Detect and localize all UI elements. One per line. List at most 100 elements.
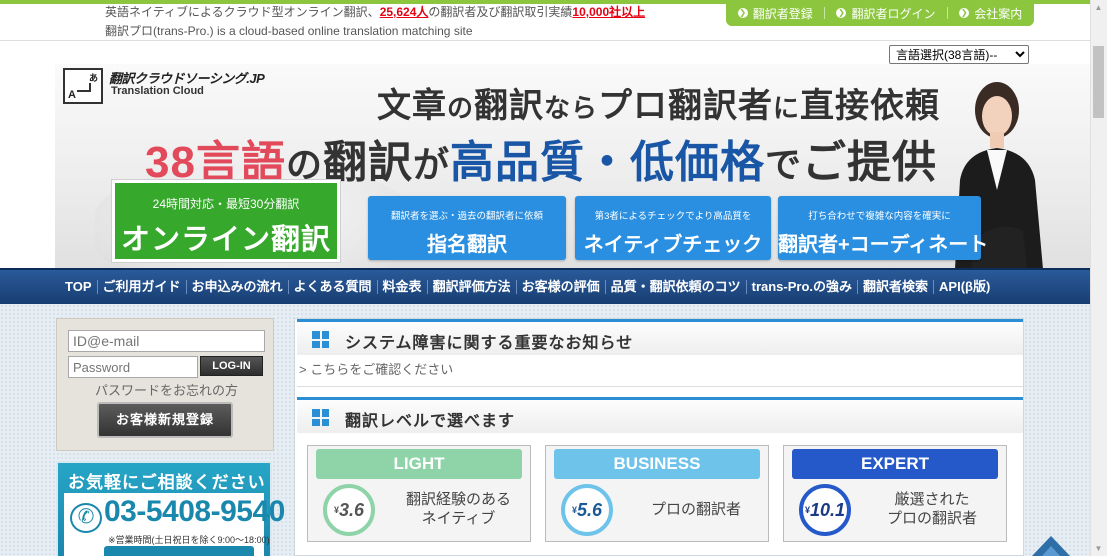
headline-word: 直接依頼 <box>800 87 941 125</box>
translator-login-link[interactable]: ❯ 翻訳者ログイン <box>836 5 936 22</box>
headline-word: の <box>447 93 475 123</box>
nav-flow[interactable]: お申込みの流れ <box>187 280 289 294</box>
login-button[interactable]: LOG-IN <box>200 356 263 376</box>
main-content: システム障害に関する重要なお知らせ > こちらをご確認ください 翻訳レベルで選べ… <box>294 318 1024 556</box>
phone-number[interactable]: 03-5408-9540 <box>104 495 285 529</box>
password-input[interactable] <box>68 356 198 378</box>
link-label: 会社案内 <box>974 6 1023 21</box>
contact-panel: お気軽にご相談ください ✆ 03-5408-9540 ※営業時間(土日祝日を除く… <box>56 461 285 556</box>
business-hours: ※営業時間(土日祝日を除く9:00～18:00) <box>108 535 270 545</box>
headline-word: ご提供 <box>802 138 937 187</box>
button-subtext: 24時間対応・最短30分翻訳 <box>152 197 300 211</box>
logo-subtitle: Translation Cloud <box>111 85 204 97</box>
level-description: プロの翻訳者 <box>651 500 741 519</box>
nav-pricing[interactable]: 料金表 <box>378 280 428 294</box>
level-tab: BUSINESS <box>554 449 760 479</box>
contact-card: ✆ 03-5408-9540 ※営業時間(土日祝日を除く9:00～18:00) <box>64 493 285 556</box>
headline-word: プロ翻訳者 <box>598 87 774 125</box>
nav-strengths[interactable]: trans-Pro.の強み <box>747 280 859 294</box>
button-label: オンライン翻訳 <box>120 224 331 256</box>
level-card-light[interactable]: LIGHT ¥3.6 翻訳経験のある ネイティブ <box>307 445 531 542</box>
chevron-right-icon: ❯ <box>737 8 748 18</box>
headline-word: で <box>764 144 802 185</box>
level-description: 翻訳経験のある ネイティブ <box>406 490 511 528</box>
nav-quality-tips[interactable]: 品質・翻訳依頼のコツ <box>606 280 747 294</box>
nav-guide[interactable]: ご利用ガイド <box>98 280 187 294</box>
chevron-right-icon: ❯ <box>836 8 847 18</box>
header-rule <box>0 40 1090 41</box>
button-subtext: 打ち合わせで複雑な内容を確実に <box>808 211 951 222</box>
headline-primary: 文章の翻訳ならプロ翻訳者に直接依頼 <box>377 78 940 127</box>
scroll-down-arrow-icon[interactable]: ▼ <box>1094 544 1103 553</box>
customer-register-button[interactable]: お客様新規登録 <box>97 402 233 438</box>
button-label: 指名翻訳 <box>427 234 507 256</box>
divider <box>824 7 826 19</box>
site-tagline: 翻訳プロ(trans-Pro.) is a cloud-based online… <box>105 24 473 38</box>
scroll-up-arrow-icon[interactable]: ▲ <box>1094 3 1103 12</box>
online-translation-button[interactable]: 24時間対応・最短30分翻訳 オンライン翻訳 <box>112 180 340 262</box>
headline-word: の <box>285 144 323 185</box>
chevron-right-icon: ❯ <box>959 8 970 18</box>
native-check-button[interactable]: 第3者によるチェックでより高品質を ネイティブチェック <box>575 196 771 260</box>
nav-translator-search[interactable]: 翻訳者検索 <box>858 280 935 294</box>
divider <box>297 386 1023 387</box>
levels-title: 翻訳レベルで選べます <box>345 413 516 430</box>
nominated-translation-button[interactable]: 翻訳者を選ぶ・過去の翻訳者に依頼 指名翻訳 <box>368 196 566 260</box>
level-tab: EXPERT <box>792 449 998 479</box>
price-value: 5.6 <box>576 500 603 520</box>
level-tab: LIGHT <box>316 449 522 479</box>
headline-word: が <box>412 144 450 185</box>
logo-glyph: A <box>68 89 76 101</box>
headline-word: 文章 <box>377 87 447 125</box>
contact-title: お気軽にご相談ください <box>68 473 266 492</box>
notice-section-header: システム障害に関する重要なお知らせ <box>297 319 1023 355</box>
headline-word: 高品質・低価格 <box>449 138 765 187</box>
login-panel: LOG-IN パスワードをお忘れの方 お客様新規登録 <box>56 318 274 451</box>
language-select[interactable]: 言語選択(38言語)-- <box>889 45 1029 64</box>
headline-word: に <box>773 93 801 123</box>
top-links: ❯ 翻訳者登録 ❯ 翻訳者ログイン ❯ 会社案内 <box>726 0 1034 26</box>
arrow-icon <box>77 83 91 92</box>
translator-coordinate-button[interactable]: 打ち合わせで複雑な内容を確実に 翻訳者+コーディネート <box>778 196 989 260</box>
page: 英語ネイティブによるクラウド型オンライン翻訳、25,624人の翻訳者及び翻訳取引… <box>0 0 1090 556</box>
button-subtext: 第3者によるチェックでより高品質を <box>594 211 752 222</box>
notice-link[interactable]: > こちらをご確認ください <box>299 359 453 378</box>
header-notice: 英語ネイティブによるクラウド型オンライン翻訳、25,624人の翻訳者及び翻訳取引… <box>105 5 645 20</box>
id-email-input[interactable] <box>68 330 265 352</box>
desc-line: 厳選された <box>894 491 970 508</box>
nav-reviews[interactable]: お客様の評価 <box>517 280 606 294</box>
button-label: 翻訳者+コーディネート <box>778 234 989 256</box>
translator-register-link[interactable]: ❯ 翻訳者登録 <box>737 5 813 22</box>
hero-banner: あ A 翻訳クラウドソーシング.JP Translation Cloud 文章の… <box>55 64 1090 269</box>
nav-top[interactable]: TOP <box>60 280 98 294</box>
divider <box>946 7 948 19</box>
forgot-password-link[interactable]: パスワードをお忘れの方 <box>95 380 238 399</box>
price-coin: ¥5.6 <box>561 484 613 536</box>
price-coin: ¥3.6 <box>323 484 375 536</box>
grid-icon <box>312 409 329 426</box>
scrollbar-thumb[interactable] <box>1093 46 1104 118</box>
desc-line: ネイティブ <box>421 510 496 527</box>
levels-section-header: 翻訳レベルで選べます <box>297 397 1023 433</box>
logo-mark[interactable]: あ A <box>63 68 103 104</box>
price-value: 10.1 <box>809 500 846 520</box>
headline-word: なら <box>544 93 599 123</box>
button-label: ネイティブチェック <box>583 234 763 256</box>
level-card-business[interactable]: BUSINESS ¥5.6 プロの翻訳者 <box>545 445 769 542</box>
notice-text: 英語ネイティブによるクラウド型オンライン翻訳、 <box>105 5 380 19</box>
nav-evaluation[interactable]: 翻訳評価方法 <box>428 280 517 294</box>
scroll-to-top-icon[interactable] <box>1030 532 1072 556</box>
headline-word: 翻訳 <box>474 87 545 125</box>
contact-button[interactable] <box>104 546 254 556</box>
main-nav: TOP ご利用ガイド お申込みの流れ よくある質問 料金表 翻訳評価方法 お客様… <box>0 268 1090 304</box>
nav-faq[interactable]: よくある質問 <box>289 280 378 294</box>
company-info-link[interactable]: ❯ 会社案内 <box>959 5 1022 22</box>
notice-text-mid: の翻訳者及び翻訳取引実績 <box>428 5 573 19</box>
level-card-expert[interactable]: EXPERT ¥10.1 厳選された プロの翻訳者 <box>783 445 1007 542</box>
desc-line: 翻訳経験のある <box>406 491 512 508</box>
button-subtext: 翻訳者を選ぶ・過去の翻訳者に依頼 <box>390 211 543 222</box>
desc-line: プロの翻訳者 <box>887 510 978 527</box>
nav-api[interactable]: API(β版) <box>934 280 995 294</box>
grid-icon <box>312 331 329 348</box>
link-label: 翻訳者登録 <box>752 6 813 21</box>
